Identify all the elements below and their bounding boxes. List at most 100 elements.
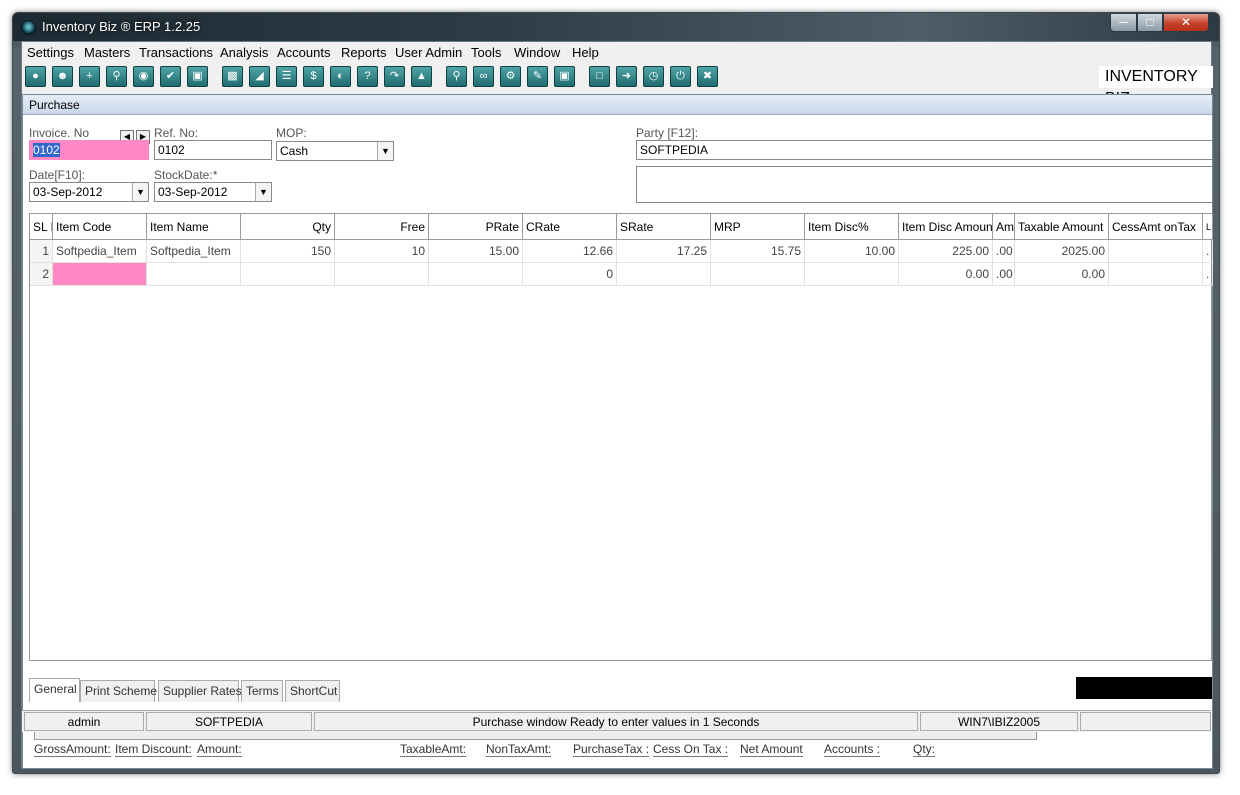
stockdate-picker[interactable]: 03-Sep-2012 ▼ <box>154 182 272 202</box>
title-bar[interactable]: Inventory Biz ® ERP 1.2.25 ─ □ ✕ <box>13 13 1219 41</box>
cart-icon[interactable]: ▩ <box>222 66 243 87</box>
stack-icon[interactable]: ▣ <box>187 66 208 87</box>
maximize-button[interactable]: □ <box>1137 13 1163 32</box>
cell-crate[interactable]: 12.66 <box>523 240 617 263</box>
check-icon[interactable]: ✔ <box>160 66 181 87</box>
menu-accounts[interactable]: Accounts <box>277 45 330 60</box>
tab-terms[interactable]: Terms <box>241 680 283 702</box>
menu-settings[interactable]: Settings <box>27 45 74 60</box>
list-icon[interactable]: ☰ <box>276 66 297 87</box>
party-input[interactable]: SOFTPEDIA <box>636 140 1212 160</box>
menu-reports[interactable]: Reports <box>341 45 387 60</box>
menu-user-admin[interactable]: User Admin <box>395 45 462 60</box>
clock-icon[interactable]: ◷ <box>643 66 664 87</box>
cell-item-disc-amount[interactable]: 225.00 <box>899 240 993 263</box>
cell-item-disc-pct[interactable] <box>805 263 899 286</box>
cell-item-name[interactable]: Softpedia_Item <box>147 240 241 263</box>
menu-help[interactable]: Help <box>572 45 599 60</box>
binoculars-icon[interactable]: ∞ <box>473 66 494 87</box>
cell-item-disc-amount[interactable]: 0.00 <box>899 263 993 286</box>
mop-value: Cash <box>280 144 309 158</box>
dollar-icon[interactable]: $ <box>303 66 324 87</box>
cell-more[interactable]: . <box>1203 263 1213 286</box>
cell-crate[interactable]: 0 <box>523 263 617 286</box>
cell-amount[interactable]: .00 <box>993 240 1015 263</box>
party-address-textarea[interactable] <box>636 166 1212 203</box>
layers-icon[interactable]: ▣ <box>554 66 575 87</box>
cell-cess-amt[interactable] <box>1109 240 1203 263</box>
col-header-srate[interactable]: SRate <box>617 214 711 240</box>
cell-taxable-amount[interactable]: 0.00 <box>1015 263 1109 286</box>
cell-amount[interactable]: .00 <box>993 263 1015 286</box>
cell-qty[interactable]: 150 <box>241 240 335 263</box>
col-header-item-code[interactable]: Item Code <box>53 214 147 240</box>
cell-mrp[interactable] <box>711 263 805 286</box>
col-header-sl[interactable]: SL N <box>30 214 53 240</box>
cell-item-name[interactable] <box>147 263 241 286</box>
new-icon[interactable]: ● <box>25 66 46 87</box>
up-icon[interactable]: ▲ <box>411 66 432 87</box>
cell-item-code[interactable] <box>53 263 147 286</box>
cell-srate[interactable]: 17.25 <box>617 240 711 263</box>
col-header-prate[interactable]: PRate <box>429 214 523 240</box>
col-header-taxable-amount[interactable]: Taxable Amount <box>1015 214 1109 240</box>
zoom-icon[interactable]: ⚲ <box>446 66 467 87</box>
col-header-mrp[interactable]: MRP <box>711 214 805 240</box>
row-number: 1 <box>30 240 53 263</box>
help-icon[interactable]: ? <box>357 66 378 87</box>
col-header-qty[interactable]: Qty <box>241 214 335 240</box>
tab-supplier-rates[interactable]: Supplier Rates <box>158 680 242 702</box>
user-icon[interactable]: ☻ <box>52 66 73 87</box>
cell-srate[interactable] <box>617 263 711 286</box>
menu-window[interactable]: Window <box>514 45 560 60</box>
cell-more[interactable]: . <box>1203 240 1213 263</box>
col-header-more[interactable]: L <box>1203 214 1213 240</box>
cell-item-disc-pct[interactable]: 10.00 <box>805 240 899 263</box>
chevron-down-icon[interactable]: ▼ <box>255 183 271 201</box>
folder-icon[interactable]: □ <box>589 66 610 87</box>
cell-taxable-amount[interactable]: 2025.00 <box>1015 240 1109 263</box>
mop-select[interactable]: Cash ▼ <box>276 141 394 161</box>
close-window-button[interactable]: ✕ <box>1163 13 1209 32</box>
tab-shortcut[interactable]: ShortCut <box>285 680 340 702</box>
cell-free[interactable]: 10 <box>335 240 429 263</box>
cell-prate[interactable]: 15.00 <box>429 240 523 263</box>
col-header-item-name[interactable]: Item Name <box>147 214 241 240</box>
cell-mrp[interactable]: 15.75 <box>711 240 805 263</box>
col-header-item-disc-pct[interactable]: Item Disc% <box>805 214 899 240</box>
minimize-button[interactable]: ─ <box>1110 13 1137 32</box>
col-header-item-disc-amount[interactable]: Item Disc Amount <box>899 214 993 240</box>
close-icon[interactable]: ✖ <box>697 66 718 87</box>
cell-qty[interactable] <box>241 263 335 286</box>
col-header-amount[interactable]: Amo <box>993 214 1015 240</box>
disk-icon[interactable]: ◉ <box>133 66 154 87</box>
redo-icon[interactable]: ↷ <box>384 66 405 87</box>
menu-tools[interactable]: Tools <box>471 45 501 60</box>
pen-icon[interactable]: ✎ <box>527 66 548 87</box>
cell-cess-amt[interactable] <box>1109 263 1203 286</box>
menu-analysis[interactable]: Analysis <box>220 45 268 60</box>
ref-no-input[interactable]: 0102 <box>154 140 272 160</box>
date-picker[interactable]: 03-Sep-2012 ▼ <box>29 182 149 202</box>
export-icon[interactable]: ➜ <box>616 66 637 87</box>
col-header-crate[interactable]: CRate <box>523 214 617 240</box>
tab-print-scheme[interactable]: Print Scheme <box>80 680 157 702</box>
tab-general[interactable]: General <box>29 678 80 702</box>
invoice-no-input[interactable]: 0102 <box>29 140 149 160</box>
chevron-down-icon[interactable]: ▼ <box>132 183 148 201</box>
date-value: 03-Sep-2012 <box>33 185 103 199</box>
chevron-down-icon[interactable]: ▼ <box>377 142 393 160</box>
cell-prate[interactable] <box>429 263 523 286</box>
col-header-free[interactable]: Free <box>335 214 429 240</box>
add-icon[interactable]: + <box>79 66 100 87</box>
cell-free[interactable] <box>335 263 429 286</box>
car-icon[interactable]: ◢ <box>249 66 270 87</box>
gear-icon[interactable]: ⚙ <box>500 66 521 87</box>
cell-item-code[interactable]: Softpedia_Item <box>53 240 147 263</box>
search-icon[interactable]: ⚲ <box>106 66 127 87</box>
col-header-cess-amt[interactable]: CessAmt onTax <box>1109 214 1203 240</box>
globe-icon[interactable]: ◐ <box>330 66 351 87</box>
power-icon[interactable]: ⏻ <box>670 66 691 87</box>
menu-masters[interactable]: Masters <box>84 45 130 60</box>
menu-transactions[interactable]: Transactions <box>139 45 213 60</box>
